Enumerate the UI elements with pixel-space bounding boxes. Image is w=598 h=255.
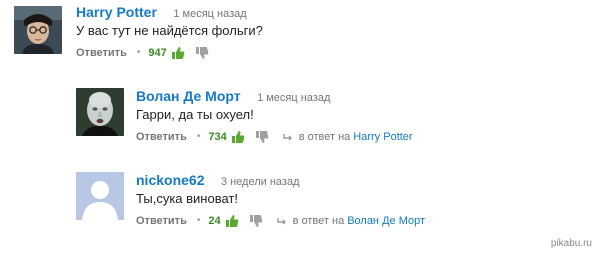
default-user-avatar[interactable] <box>76 172 124 220</box>
default-user-avatar-icon <box>76 172 124 220</box>
comment-actions: Ответить • 24 в ответ на Волан Де Морт <box>136 214 425 228</box>
harry-potter-avatar[interactable] <box>14 6 62 54</box>
like-count: 947 <box>148 47 167 59</box>
comment-actions: Ответить • 947 <box>76 46 217 60</box>
separator-dot: • <box>196 215 201 226</box>
thumbs-down-icon[interactable] <box>195 46 209 60</box>
author-name[interactable]: Волан Де Морт <box>136 88 241 104</box>
separator-dot: • <box>136 47 141 58</box>
voldemort-avatar[interactable] <box>76 88 124 136</box>
harry-potter-avatar-icon <box>14 6 62 54</box>
comment-time[interactable]: 1 месяц назад <box>173 6 246 22</box>
reply-to: в ответ на Волан Де Морт <box>276 214 425 228</box>
comment-time[interactable]: 1 месяц назад <box>257 90 330 106</box>
author-line: Волан Де Морт 1 месяц назад <box>136 88 330 106</box>
comment-voldemort: Волан Де Морт 1 месяц назад Гарри, да ты… <box>0 84 598 154</box>
reply-to-prefix: в ответ на <box>292 215 345 227</box>
comment-nickone62: nickone62 3 недели назад Ты,сука виноват… <box>0 168 598 238</box>
thumbs-up-icon[interactable] <box>225 214 239 228</box>
reply-button[interactable]: Ответить <box>136 214 187 228</box>
reply-button[interactable]: Ответить <box>76 46 127 60</box>
reply-to-author-link[interactable]: Волан Де Морт <box>347 214 425 228</box>
author-name[interactable]: nickone62 <box>136 172 204 188</box>
thumbs-down-icon[interactable] <box>249 214 263 228</box>
reply-button[interactable]: Ответить <box>136 130 187 144</box>
comment-harry-potter: Harry Potter 1 месяц назад У вас тут не … <box>0 2 598 72</box>
like-count: 734 <box>208 131 227 143</box>
reply-arrow-icon <box>283 132 293 142</box>
thumbs-up-icon[interactable] <box>231 130 245 144</box>
comment-text: Ты,сука виноват! <box>136 191 238 206</box>
comment-time[interactable]: 3 недели назад <box>221 174 300 190</box>
comment-text: У вас тут не найдётся фольги? <box>76 23 263 38</box>
author-line: nickone62 3 недели назад <box>136 172 300 190</box>
thumbs-up-icon[interactable] <box>171 46 185 60</box>
author-line: Harry Potter 1 месяц назад <box>76 4 247 22</box>
separator-dot: • <box>196 131 201 142</box>
reply-to: в ответ на Harry Potter <box>283 130 413 144</box>
thumbs-down-icon[interactable] <box>255 130 269 144</box>
watermark: pikabu.ru <box>550 238 592 249</box>
like-count: 24 <box>208 215 221 227</box>
reply-to-author-link[interactable]: Harry Potter <box>353 130 412 144</box>
voldemort-avatar-icon <box>76 88 124 136</box>
comment-text: Гарри, да ты охуел! <box>136 107 254 122</box>
author-name[interactable]: Harry Potter <box>76 4 157 20</box>
reply-to-prefix: в ответ на <box>298 131 351 143</box>
comment-actions: Ответить • 734 в ответ на Harry Potter <box>136 130 413 144</box>
reply-arrow-icon <box>276 216 287 226</box>
